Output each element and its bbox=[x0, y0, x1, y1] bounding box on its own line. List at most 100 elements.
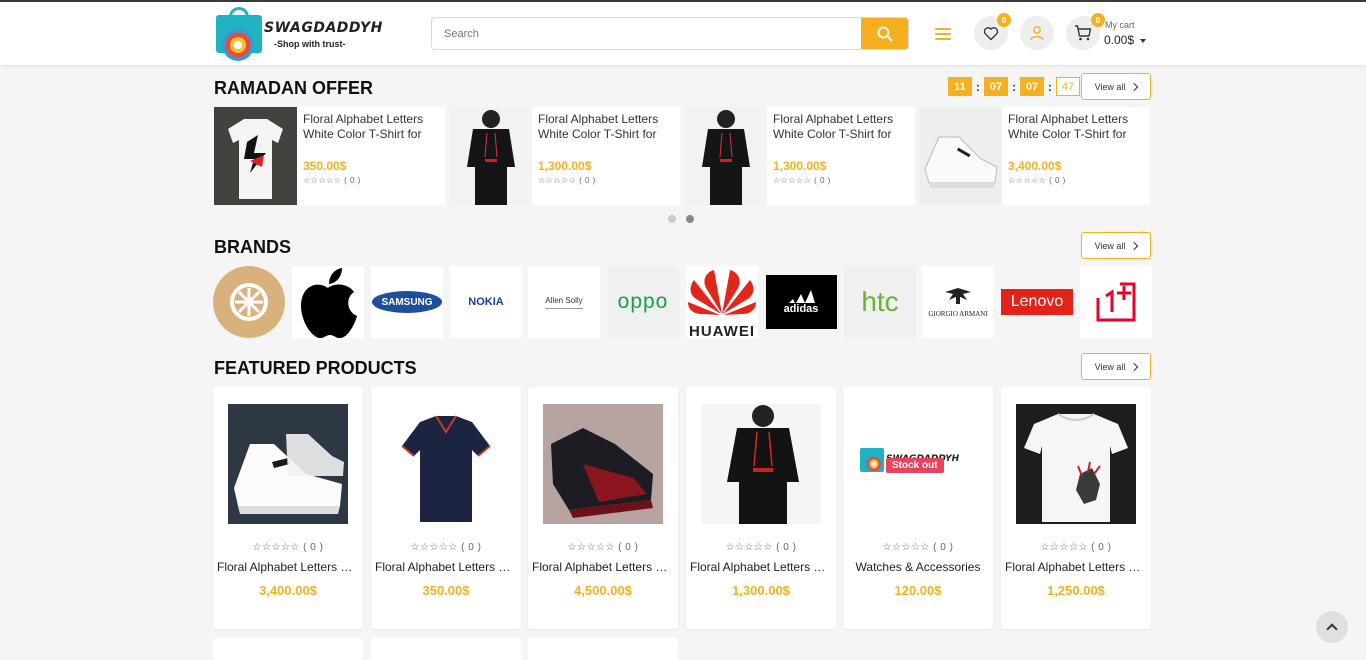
product-rating: ☆☆☆☆☆ ( 0 ) bbox=[773, 176, 831, 185]
cart-label: My cart bbox=[1105, 20, 1135, 30]
product-image bbox=[1016, 404, 1136, 524]
user-icon bbox=[1030, 26, 1044, 41]
logo-tagline: -Shop with trust- bbox=[274, 39, 346, 49]
brand-samsung[interactable]: SAMSUNG bbox=[371, 266, 443, 338]
offer-product-card[interactable]: Floral Alphabet Letters White Color T-Sh… bbox=[919, 107, 1150, 205]
featured-product-card[interactable]: SWAGDADDYH -Shop with trust- Stock out ☆… bbox=[843, 387, 993, 629]
product-name[interactable]: Floral Alphabet Letters W... bbox=[1005, 560, 1147, 574]
brand-label: htc bbox=[861, 286, 899, 317]
product-image bbox=[919, 107, 1002, 205]
brand-allen-solly[interactable]: Allen Solly bbox=[528, 266, 600, 338]
heart-icon bbox=[983, 26, 999, 40]
product-rating: ☆☆☆☆☆ ( 0 ) bbox=[1040, 542, 1112, 553]
featured-product-card-partial[interactable] bbox=[213, 638, 363, 660]
cart-icon bbox=[1075, 25, 1092, 41]
product-image bbox=[228, 404, 348, 524]
brand-label: GIORGIO ARMANI bbox=[928, 310, 988, 318]
caret-down-icon[interactable] bbox=[1140, 39, 1146, 43]
offer-product-card[interactable]: Floral Alphabet Letters White Color T-Sh… bbox=[214, 107, 445, 205]
product-price: 4,500.00$ bbox=[574, 583, 632, 598]
menu-icon[interactable] bbox=[935, 28, 951, 40]
brand-oppo[interactable]: oppo bbox=[607, 266, 679, 338]
product-name[interactable]: Floral Alphabet Letters W... bbox=[217, 560, 359, 574]
cart-total[interactable]: 0.00$ bbox=[1104, 33, 1134, 47]
countdown-timer: 11 : 07 : 07 : 47 bbox=[948, 77, 1080, 96]
featured-product-card[interactable]: ☆☆☆☆☆ ( 0 ) Floral Alphabet Letters W...… bbox=[371, 387, 521, 629]
brand-apple[interactable] bbox=[292, 266, 364, 338]
brand-label: adidas bbox=[783, 303, 819, 315]
brand-giorgio-armani[interactable]: GIORGIO ARMANI bbox=[922, 266, 994, 338]
brand-placeholder[interactable] bbox=[213, 266, 285, 338]
product-image bbox=[214, 107, 297, 205]
brands-view-all-button[interactable]: View all bbox=[1081, 232, 1151, 259]
carousel-dot[interactable] bbox=[668, 215, 676, 223]
search-input[interactable] bbox=[432, 18, 862, 49]
timer-seconds: 47 bbox=[1056, 77, 1080, 96]
logo-title: SWAGDADDYH bbox=[264, 20, 383, 36]
product-name: Floral Alphabet Letters White Color T-Sh… bbox=[1008, 112, 1129, 141]
featured-product-card[interactable]: ☆☆☆☆☆ ( 0 ) Floral Alphabet Letters W...… bbox=[213, 387, 363, 629]
featured-product-card[interactable]: ☆☆☆☆☆ ( 0 ) Floral Alphabet Letters W...… bbox=[528, 387, 678, 629]
brand-label: oppo bbox=[617, 290, 669, 313]
featured-product-card-partial[interactable] bbox=[371, 638, 521, 660]
product-name: Floral Alphabet Letters White Color T-Sh… bbox=[773, 112, 894, 141]
logo-bag-icon bbox=[216, 7, 262, 61]
product-price: 3,400.00$ bbox=[1008, 159, 1062, 173]
product-rating: ☆☆☆☆☆ ( 0 ) bbox=[410, 542, 482, 553]
chevron-right-icon bbox=[1130, 82, 1139, 91]
product-rating: ☆☆☆☆☆ ( 0 ) bbox=[303, 176, 361, 185]
account-button[interactable] bbox=[1020, 16, 1054, 50]
product-rating: ☆☆☆☆☆ ( 0 ) bbox=[882, 542, 954, 553]
chevron-right-icon bbox=[1130, 241, 1139, 250]
ramadan-offer-title: RAMADAN OFFER bbox=[214, 78, 373, 98]
oneplus-logo-icon bbox=[1096, 282, 1136, 322]
view-all-label: View all bbox=[1094, 361, 1126, 372]
product-name[interactable]: Floral Alphabet Letters W... bbox=[532, 560, 674, 574]
search-icon bbox=[877, 26, 892, 41]
featured-product-card-partial[interactable] bbox=[528, 638, 678, 660]
brand-adidas[interactable]: adidas bbox=[765, 266, 837, 338]
brand-label: SAMSUNG bbox=[381, 296, 433, 308]
brand-label: Lenovo bbox=[1001, 289, 1073, 315]
brand-htc[interactable]: htc bbox=[844, 266, 916, 338]
product-name[interactable]: Floral Alphabet Letters W... bbox=[375, 560, 517, 574]
offer-product-card[interactable]: Floral Alphabet Letters White Color T-Sh… bbox=[449, 107, 680, 205]
product-name[interactable]: Floral Alphabet Letters W... bbox=[690, 560, 832, 574]
carousel-dot-active[interactable] bbox=[686, 215, 694, 223]
ramadan-view-all-button[interactable]: View all bbox=[1081, 73, 1151, 100]
product-price: 3,400.00$ bbox=[259, 583, 317, 598]
search-button[interactable] bbox=[861, 18, 908, 49]
chevron-up-icon bbox=[1326, 623, 1338, 635]
product-price: 1,300.00$ bbox=[538, 159, 592, 173]
timer-hours: 07 bbox=[984, 77, 1008, 96]
scroll-to-top-button[interactable] bbox=[1316, 611, 1348, 643]
armani-eagle-icon bbox=[945, 288, 971, 304]
product-price: 1,250.00$ bbox=[1047, 583, 1105, 598]
featured-products-title: FEATURED PRODUCTS bbox=[214, 358, 417, 378]
brand-label: Allen Solly bbox=[545, 296, 583, 309]
product-name[interactable]: Watches & Accessories bbox=[847, 560, 989, 574]
product-image bbox=[701, 404, 821, 524]
site-logo[interactable]: SWAGDADDYH -Shop with trust- bbox=[216, 7, 394, 61]
search-bar bbox=[431, 17, 909, 50]
product-image bbox=[684, 107, 767, 205]
featured-product-card[interactable]: ☆☆☆☆☆ ( 0 ) Floral Alphabet Letters W...… bbox=[1001, 387, 1151, 629]
brands-title: BRANDS bbox=[214, 237, 292, 257]
product-price: 120.00$ bbox=[894, 583, 942, 598]
wheel-icon bbox=[213, 266, 285, 338]
product-price: 1,300.00$ bbox=[732, 583, 790, 598]
brand-lenovo[interactable]: Lenovo bbox=[1001, 266, 1073, 338]
offer-product-card[interactable]: Floral Alphabet Letters White Color T-Sh… bbox=[684, 107, 915, 205]
brand-oneplus[interactable]: 1+ bbox=[1080, 266, 1152, 338]
view-all-label: View all bbox=[1094, 81, 1126, 92]
brand-label: HUAWEI bbox=[689, 323, 755, 338]
brand-huawei[interactable]: HUAWEI bbox=[686, 266, 758, 338]
wishlist-badge: 0 bbox=[997, 13, 1011, 27]
brand-nokia[interactable]: NOKIA bbox=[450, 266, 522, 338]
brand-label: NOKIA bbox=[468, 296, 504, 308]
product-rating: ☆☆☆☆☆ ( 0 ) bbox=[538, 176, 596, 185]
timer-minutes: 07 bbox=[1020, 77, 1044, 96]
product-price: 350.00$ bbox=[303, 159, 347, 173]
featured-product-card[interactable]: ☆☆☆☆☆ ( 0 ) Floral Alphabet Letters W...… bbox=[686, 387, 836, 629]
featured-view-all-button[interactable]: View all bbox=[1081, 353, 1151, 380]
